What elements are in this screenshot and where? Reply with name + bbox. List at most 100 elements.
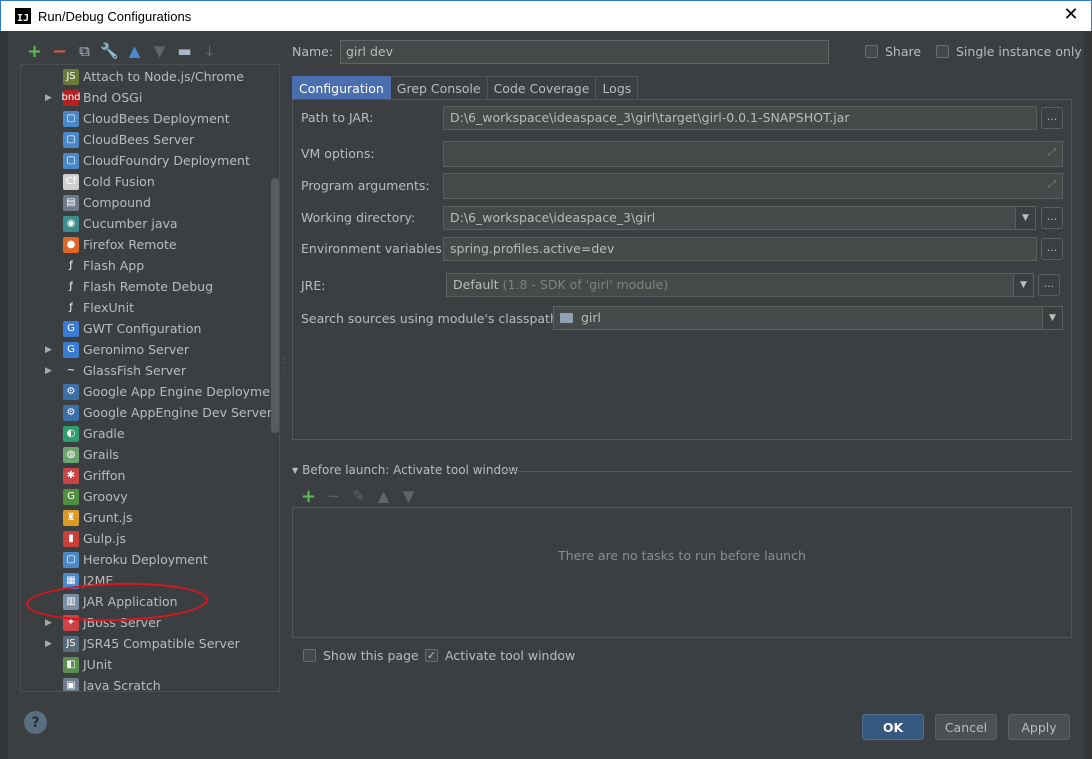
expand-arrow-icon[interactable]: ▶ bbox=[45, 366, 55, 376]
show-this-page-checkbox-box[interactable] bbox=[303, 649, 316, 662]
tree-item[interactable]: Cf Cold Fusion bbox=[21, 171, 279, 192]
config-type-icon: ● bbox=[63, 236, 79, 253]
tab-code-coverage[interactable]: Code Coverage bbox=[487, 76, 597, 100]
tree-item[interactable]: ▦ J2ME bbox=[21, 570, 279, 591]
tree-item[interactable]: ▶ bnd Bnd OSGi bbox=[21, 87, 279, 108]
edit-task-icon[interactable]: ✎ bbox=[346, 486, 371, 506]
working-directory-combo[interactable]: D:\6_workspace\ideaspace_3\girl ▼ bbox=[443, 206, 1036, 230]
before-launch-header[interactable]: ▼ Before launch: Activate tool window bbox=[292, 463, 518, 477]
ok-button[interactable]: OK bbox=[862, 714, 924, 740]
tree-item[interactable]: ▥ JAR Application bbox=[21, 591, 279, 612]
tree-item[interactable]: ▮ Gulp.js bbox=[21, 528, 279, 549]
add-task-icon[interactable]: + bbox=[296, 486, 321, 507]
tab-grep-console[interactable]: Grep Console bbox=[390, 76, 488, 100]
window-frame-right bbox=[1084, 31, 1092, 759]
environment-variables-browse-button[interactable]: ... bbox=[1041, 238, 1063, 260]
tree-item[interactable]: ◍ Grails bbox=[21, 444, 279, 465]
configuration-type-tree[interactable]: ▣ Java Scratch ◧ JUnit ▶ JS JSR45 Compatible S… bbox=[20, 64, 280, 692]
collapse-triangle-icon[interactable]: ▼ bbox=[292, 466, 298, 475]
tree-item[interactable]: ⚙ Google App Engine Deployment bbox=[21, 381, 279, 402]
chevron-down-icon[interactable]: ▼ bbox=[1013, 274, 1033, 296]
expand-arrow-icon[interactable]: ▶ bbox=[45, 345, 55, 355]
tree-item[interactable]: ƒ Flash App bbox=[21, 255, 279, 276]
tree-item[interactable]: G Groovy bbox=[21, 486, 279, 507]
tree-item[interactable]: ▶ ✦ JBoss Server bbox=[21, 612, 279, 633]
jre-value: Default bbox=[453, 277, 499, 292]
sort-icon[interactable]: ↓ bbox=[197, 41, 222, 61]
activate-tool-window-checkbox-box[interactable]: ✓ bbox=[425, 649, 438, 662]
expand-arrow-icon[interactable]: ▶ bbox=[45, 93, 55, 103]
tab-configuration[interactable]: Configuration bbox=[292, 76, 391, 100]
tree-item-label: Cucumber java bbox=[83, 216, 178, 231]
tree-item-label: CloudBees Server bbox=[83, 132, 195, 147]
tree-item[interactable]: ▣ Java Scratch bbox=[21, 675, 279, 691]
tab-logs[interactable]: Logs bbox=[596, 76, 639, 100]
environment-variables-input[interactable]: spring.profiles.active=dev bbox=[443, 237, 1037, 261]
tree-scrollbar[interactable] bbox=[271, 178, 279, 433]
tree-item[interactable]: ◧ JUnit bbox=[21, 654, 279, 675]
path-browse-button[interactable]: ... bbox=[1041, 107, 1063, 129]
tree-item[interactable]: ▶ JS JSR45 Compatible Server bbox=[21, 633, 279, 654]
close-icon[interactable]: ✕ bbox=[1061, 6, 1081, 26]
working-directory-browse-button[interactable]: ... bbox=[1041, 207, 1063, 229]
tree-item[interactable]: ▢ CloudFoundry Deployment bbox=[21, 150, 279, 171]
move-task-up-icon[interactable]: ▲ bbox=[371, 486, 396, 506]
tree-item[interactable]: ▤ Compound bbox=[21, 192, 279, 213]
expand-icon[interactable]: ⤢ bbox=[1048, 179, 1056, 190]
move-down-icon[interactable]: ▼ bbox=[147, 41, 172, 61]
vm-options-input[interactable]: ⤢ bbox=[443, 141, 1063, 167]
copy-icon[interactable]: ⧉ bbox=[72, 41, 97, 61]
single-instance-checkbox[interactable]: Single instance only bbox=[936, 44, 1082, 59]
tree-item[interactable]: ◐ Gradle bbox=[21, 423, 279, 444]
name-input[interactable]: girl dev bbox=[340, 40, 829, 64]
apply-button[interactable]: Apply bbox=[1008, 714, 1070, 740]
tree-item[interactable]: ▶ ~ GlassFish Server bbox=[21, 360, 279, 381]
name-label: Name: bbox=[292, 44, 334, 59]
program-arguments-input[interactable]: ⤢ bbox=[443, 173, 1063, 199]
folder-icon[interactable]: ▬ bbox=[172, 41, 197, 61]
tree-item[interactable]: ◉ Cucumber java bbox=[21, 213, 279, 234]
move-task-down-icon[interactable]: ▼ bbox=[396, 486, 421, 506]
edit-defaults-icon[interactable]: 🔧 bbox=[97, 41, 122, 61]
classpath-combo[interactable]: girl ▼ bbox=[553, 306, 1063, 330]
config-type-icon: ƒ bbox=[63, 257, 79, 274]
before-launch-task-list[interactable]: There are no tasks to run before launch bbox=[292, 507, 1072, 638]
share-checkbox-box[interactable] bbox=[865, 45, 878, 58]
remove-icon[interactable]: − bbox=[47, 41, 72, 62]
tree-item[interactable]: ▢ CloudBees Deployment bbox=[21, 108, 279, 129]
add-icon[interactable]: + bbox=[22, 41, 47, 62]
single-instance-checkbox-box[interactable] bbox=[936, 45, 949, 58]
remove-task-icon[interactable]: − bbox=[321, 486, 346, 506]
expand-icon[interactable]: ⤢ bbox=[1048, 147, 1056, 158]
show-this-page-checkbox[interactable]: Show this page bbox=[303, 648, 419, 663]
tree-item[interactable]: JS Attach to Node.js/Chrome bbox=[21, 66, 279, 87]
tree-item[interactable]: ▶ G Geronimo Server bbox=[21, 339, 279, 360]
tree-item[interactable]: ƒ FlexUnit bbox=[21, 297, 279, 318]
chevron-down-icon[interactable]: ▼ bbox=[1042, 307, 1062, 329]
activate-tool-window-checkbox[interactable]: ✓ Activate tool window bbox=[425, 648, 575, 663]
expand-arrow-icon[interactable]: ▶ bbox=[45, 639, 55, 649]
jre-browse-button[interactable]: ... bbox=[1038, 274, 1060, 296]
tree-item[interactable]: ✱ Griffon bbox=[21, 465, 279, 486]
help-icon[interactable]: ? bbox=[24, 711, 47, 734]
tree-item[interactable]: ♜ Grunt.js bbox=[21, 507, 279, 528]
single-instance-label: Single instance only bbox=[956, 44, 1082, 59]
path-to-jar-input[interactable]: D:\6_workspace\ideaspace_3\girl\target\g… bbox=[443, 106, 1037, 130]
chevron-down-icon[interactable]: ▼ bbox=[1015, 207, 1035, 229]
tree-item[interactable]: ⚙ Google AppEngine Dev Server bbox=[21, 402, 279, 423]
tree-item-label: Gulp.js bbox=[83, 531, 126, 546]
tree-item[interactable]: ▢ CloudBees Server bbox=[21, 129, 279, 150]
tree-item[interactable]: ● Firefox Remote bbox=[21, 234, 279, 255]
splitter-handle[interactable]: · · · · bbox=[283, 356, 287, 376]
expand-arrow-icon[interactable]: ▶ bbox=[45, 618, 55, 628]
tree-item[interactable]: ƒ Flash Remote Debug bbox=[21, 276, 279, 297]
jre-combo[interactable]: Default (1.8 - SDK of 'girl' module) ▼ bbox=[446, 273, 1034, 297]
config-toolbar: + − ⧉ 🔧 ▲ ▼ ▬ ↓ bbox=[22, 41, 222, 62]
move-up-icon[interactable]: ▲ bbox=[122, 41, 147, 61]
config-type-icon: ◍ bbox=[63, 446, 79, 463]
tree-item[interactable]: G GWT Configuration bbox=[21, 318, 279, 339]
share-checkbox[interactable]: Share bbox=[865, 44, 921, 59]
tree-item[interactable]: ▢ Heroku Deployment bbox=[21, 549, 279, 570]
cancel-button[interactable]: Cancel bbox=[935, 714, 997, 740]
tree-item-label: Flash App bbox=[83, 258, 145, 273]
